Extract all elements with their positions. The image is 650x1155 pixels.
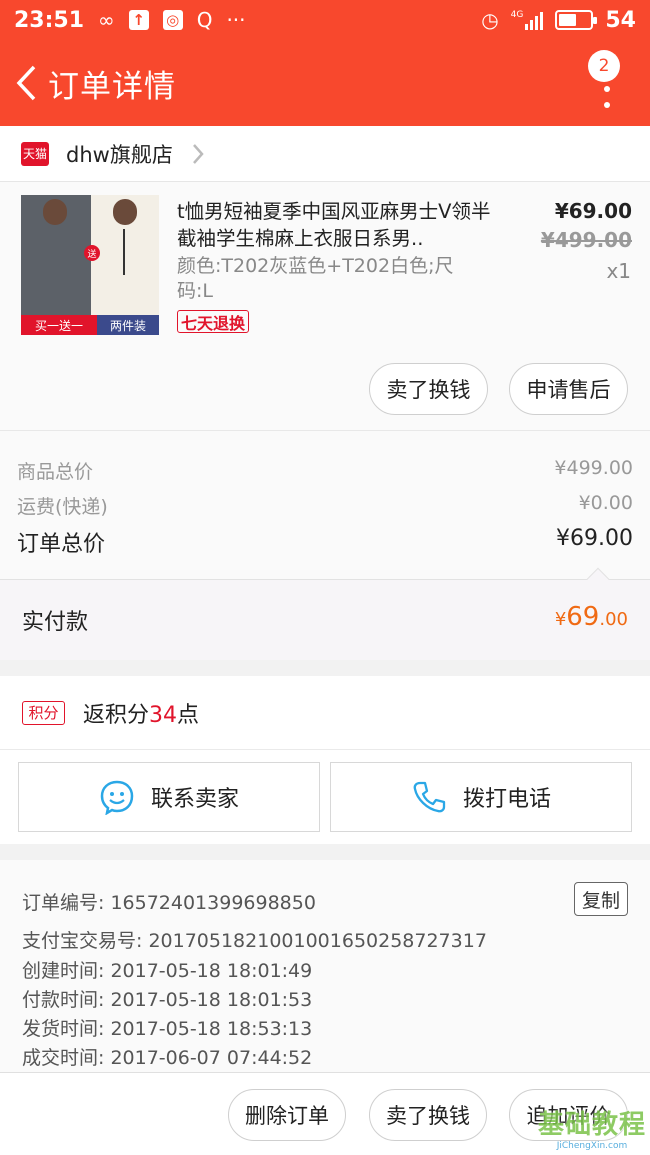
goods-total-value: ¥499.00 xyxy=(554,457,633,479)
search-q-icon: Q xyxy=(196,8,213,32)
points-prefix: 返积分 xyxy=(83,702,150,728)
tmall-icon: 天猫 xyxy=(21,141,49,166)
points-suffix: 点 xyxy=(177,702,200,728)
wifi-hotspot-icon: ◎ xyxy=(162,10,183,30)
goods-total-label: 商品总价 xyxy=(17,461,94,483)
bottom-action-bar: 删除订单 卖了换钱 追加评价 基础教程 JiChengXin.com xyxy=(0,1072,650,1155)
thumb-label-left: 买一送一 xyxy=(21,315,97,335)
status-time: 23:51 xyxy=(14,7,85,33)
more-dot xyxy=(604,102,610,108)
paid-currency: ¥ xyxy=(554,609,567,630)
points-text: 返积分34点 xyxy=(83,697,199,729)
thumb-label-right: 两件装 xyxy=(97,315,159,335)
more-menu-button[interactable]: 2 xyxy=(588,50,628,116)
necklace xyxy=(123,229,125,275)
call-phone-button[interactable]: 拨打电话 xyxy=(330,762,632,832)
battery-icon xyxy=(555,10,598,30)
resell-button[interactable]: 卖了换钱 xyxy=(369,363,488,415)
signal-icon: 4G xyxy=(511,10,544,30)
status-bar: 23:51 ∞ ↑ ◎ Q ··· ◷ 4G 54 xyxy=(0,0,650,40)
infinity-icon: ∞ xyxy=(98,8,115,32)
store-name: dhw旗舰店 xyxy=(66,142,173,167)
watermark-url: JiChengXin.com xyxy=(556,1141,628,1151)
contact-row: 联系卖家 拨打电话 xyxy=(0,750,650,844)
order-total-row: 订单总价 ¥69.00 xyxy=(17,526,633,558)
quantity: x1 xyxy=(606,259,631,283)
alipay-number: 支付宝交易号: 2017051821001001650258727317 xyxy=(22,930,487,952)
order-number: 订单编号: 16572401399698850 xyxy=(22,892,316,914)
watermark-logo: 基础教程 xyxy=(537,1110,646,1140)
model-head xyxy=(43,199,67,225)
product-spec: 颜色:T202灰蓝色+T202白色;尺码:L xyxy=(177,255,454,302)
paid-amount: ¥69.00 xyxy=(555,602,628,632)
shipping-label: 运费(快递) xyxy=(17,496,108,518)
navbar: 订单详情 2 xyxy=(0,40,650,126)
paid-integer: 69 xyxy=(566,602,600,632)
notification-badge: 2 xyxy=(588,50,620,82)
completed-time: 成交时间: 2017-06-07 07:44:52 xyxy=(22,1047,313,1069)
resell-button-bottom[interactable]: 卖了换钱 xyxy=(369,1089,487,1141)
network-type: 4G xyxy=(510,10,524,20)
call-phone-label: 拨打电话 xyxy=(462,787,551,812)
created-time: 创建时间: 2017-05-18 18:01:49 xyxy=(22,960,313,982)
upload-icon: ↑ xyxy=(128,10,149,30)
back-button[interactable] xyxy=(6,53,46,113)
more-dots-icon: ··· xyxy=(226,8,246,32)
points-row: 积分 返积分34点 xyxy=(0,676,650,750)
watermark: 基础教程 JiChengXin.com xyxy=(538,1104,646,1151)
product-price: ¥69.00 xyxy=(554,199,632,223)
points-badge: 积分 xyxy=(22,700,65,725)
more-dot xyxy=(604,86,610,92)
order-total-label: 订单总价 xyxy=(17,532,106,557)
paid-time: 付款时间: 2017-05-18 18:01:53 xyxy=(22,989,313,1011)
page-title: 订单详情 xyxy=(48,68,176,105)
delete-order-button[interactable]: 删除订单 xyxy=(228,1089,346,1141)
shipping-row: 运费(快递) ¥0.00 xyxy=(17,492,633,519)
after-sales-button[interactable]: 申请售后 xyxy=(509,363,628,415)
points-value: 34 xyxy=(149,702,178,728)
model-head xyxy=(113,199,137,225)
shipped-time: 发货时间: 2017-05-18 18:53:13 xyxy=(22,1018,313,1040)
copy-button[interactable]: 复制 xyxy=(574,882,628,916)
paid-decimal: .00 xyxy=(599,609,628,630)
paid-label: 实付款 xyxy=(22,610,89,635)
order-info: 订单编号: 16572401399698850 复制 支付宝交易号: 20170… xyxy=(0,860,650,1072)
original-price: ¥499.00 xyxy=(540,228,632,252)
contact-seller-button[interactable]: 联系卖家 xyxy=(18,762,320,832)
paid-amount-row: 实付款 ¥69.00 xyxy=(0,567,650,660)
chat-bubble-icon xyxy=(100,780,134,815)
chevron-right-icon xyxy=(192,143,204,164)
battery-level: 54 xyxy=(605,7,636,33)
alarm-icon: ◷ xyxy=(481,8,499,32)
price-summary: 商品总价 ¥499.00 运费(快递) ¥0.00 订单总价 ¥69.00 xyxy=(0,430,650,580)
contact-seller-label: 联系卖家 xyxy=(150,787,239,812)
order-total-value: ¥69.00 xyxy=(556,526,633,551)
phone-icon xyxy=(413,781,446,813)
shipping-value: ¥0.00 xyxy=(578,492,633,514)
back-arrow-icon xyxy=(16,65,36,101)
store-row[interactable]: 天猫 dhw旗舰店 xyxy=(0,126,650,182)
product-title[interactable]: t恤男短袖夏季中国风亚麻男士V领半截袖学生棉麻上衣服日系男.. xyxy=(177,198,499,252)
gift-badge: 送 xyxy=(84,245,100,261)
goods-total-row: 商品总价 ¥499.00 xyxy=(17,457,633,484)
product-thumbnail[interactable]: 送 买一送一 两件装 xyxy=(21,195,159,335)
return-policy-tag: 七天退换 xyxy=(177,310,250,333)
